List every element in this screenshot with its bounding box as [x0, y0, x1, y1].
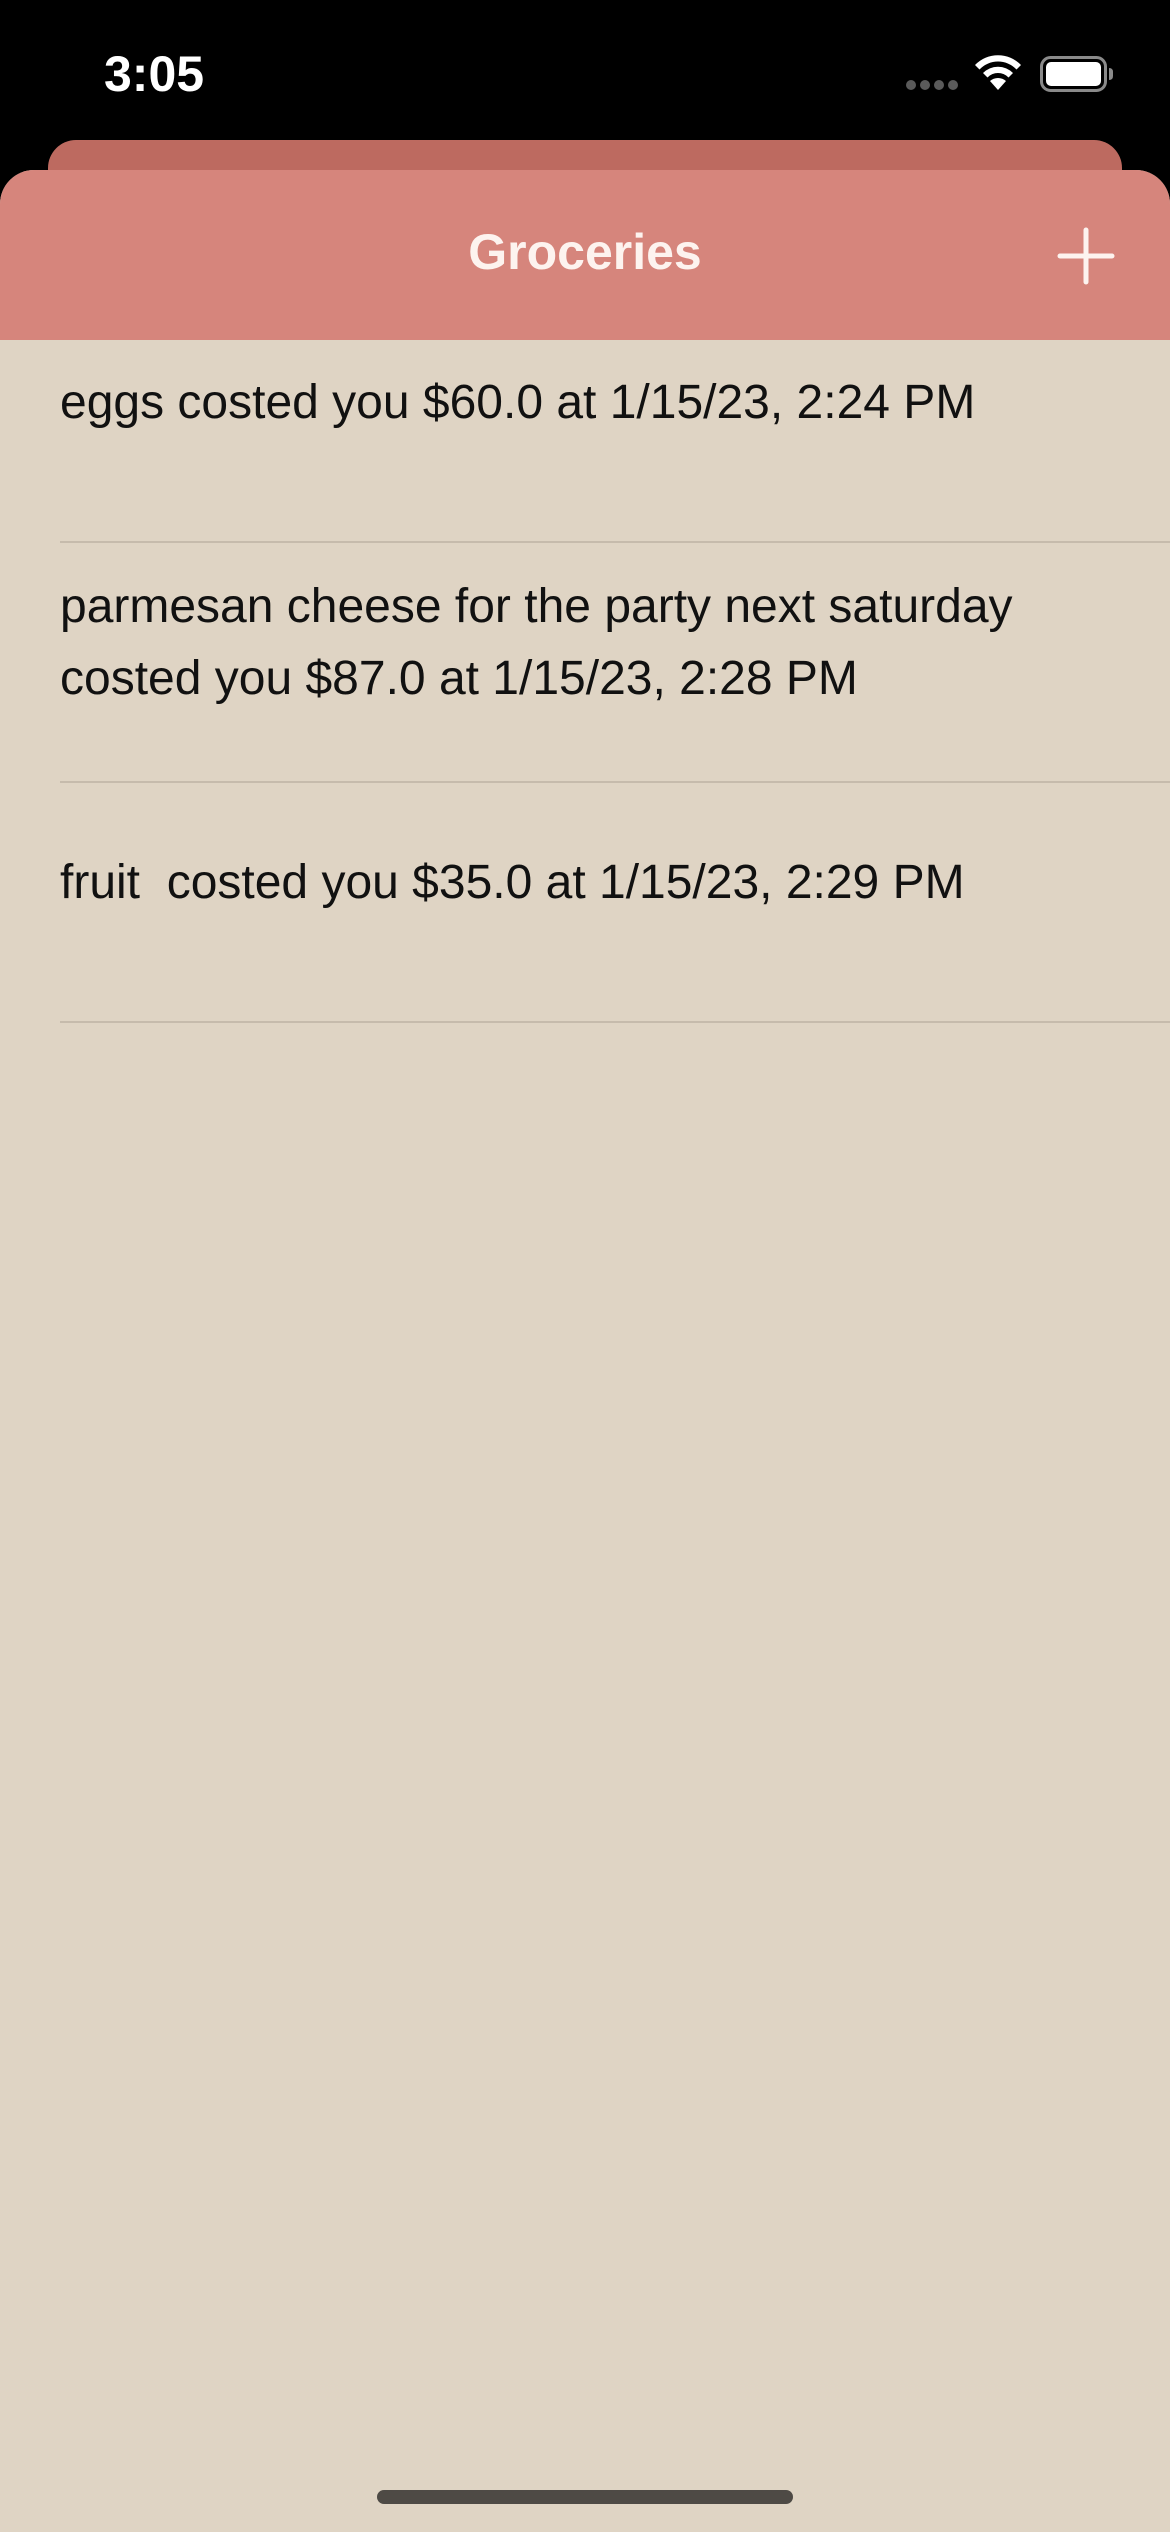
- list-item-text: eggs costed you $60.0 at 1/15/23, 2:24 P…: [60, 376, 976, 429]
- grocery-list: eggs costed you $60.0 at 1/15/23, 2:24 P…: [0, 340, 1170, 1023]
- groceries-sheet: Groceries eggs costed you $60.0 at 1/15/…: [0, 170, 1170, 2532]
- navigation-bar: Groceries: [0, 170, 1170, 340]
- add-item-button[interactable]: [1056, 226, 1116, 286]
- list-item-text: fruit costed you $35.0 at 1/15/23, 2:29 …: [60, 856, 965, 909]
- status-time: 3:05: [104, 46, 205, 102]
- status-bar: 3:05: [0, 0, 1170, 140]
- signal-icon: [906, 80, 960, 92]
- battery-icon: [1040, 56, 1114, 92]
- list-item[interactable]: fruit costed you $35.0 at 1/15/23, 2:29 …: [0, 783, 1170, 1023]
- list-item[interactable]: eggs costed you $60.0 at 1/15/23, 2:24 P…: [0, 340, 1170, 543]
- page-title: Groceries: [468, 224, 702, 280]
- home-indicator[interactable]: [377, 2490, 793, 2504]
- row-divider: [60, 1021, 1170, 1023]
- list-item[interactable]: parmesan cheese for the party next satur…: [0, 543, 1170, 783]
- list-item-text: parmesan cheese for the party next satur…: [60, 580, 1026, 705]
- wifi-icon: [972, 52, 1024, 92]
- plus-icon: [1057, 227, 1115, 285]
